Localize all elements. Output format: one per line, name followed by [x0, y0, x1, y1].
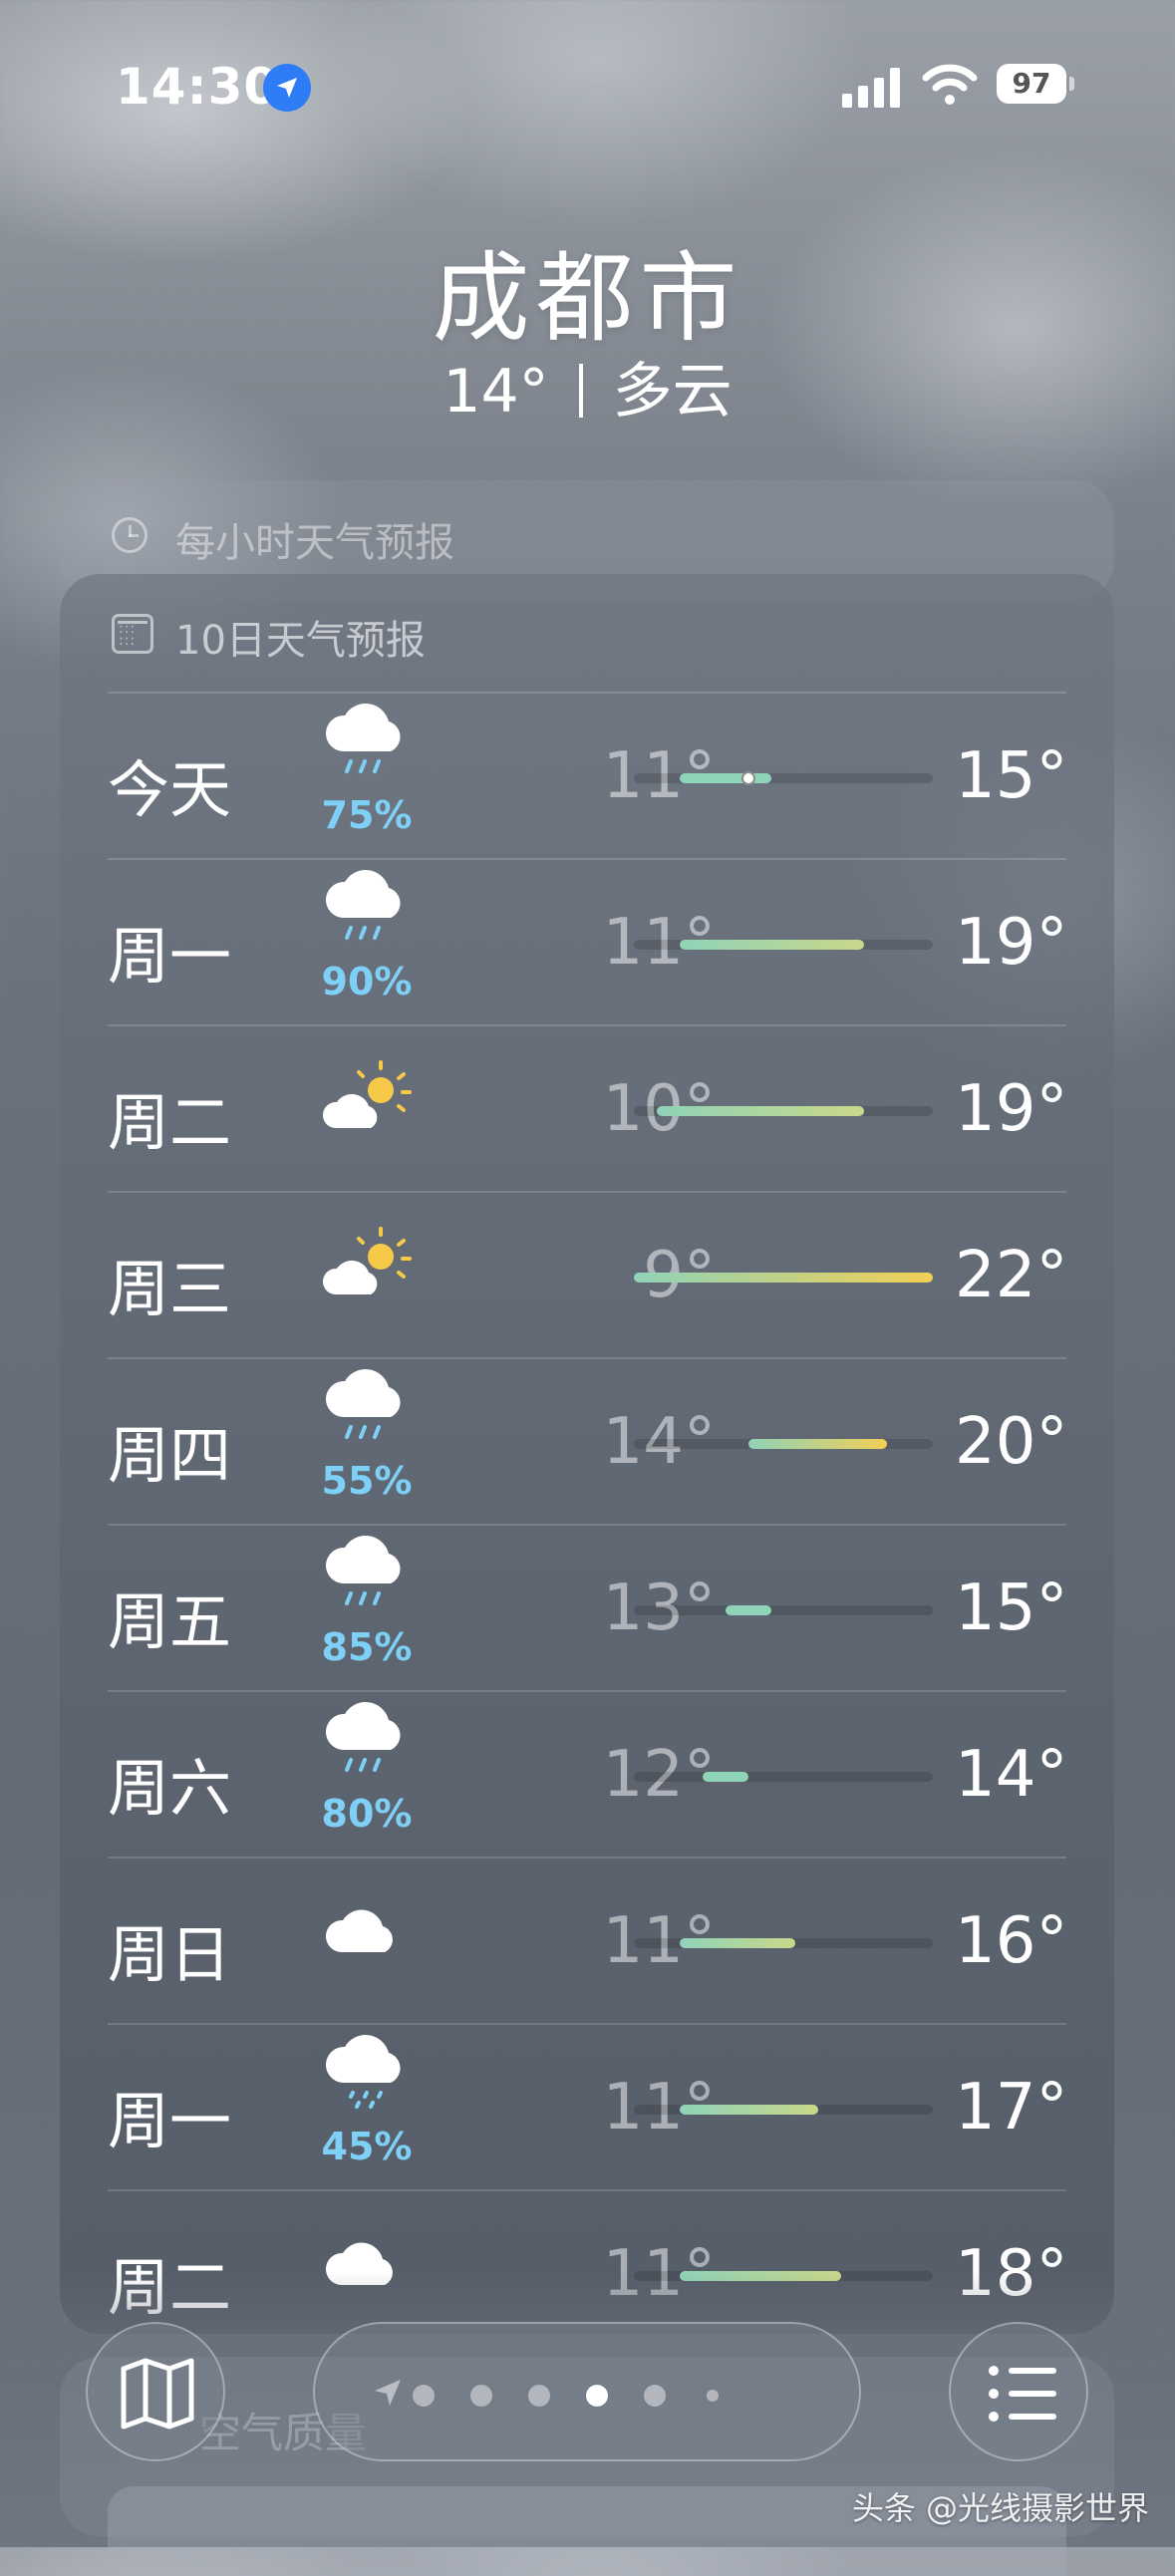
precipitation-chance: 75% [321, 793, 413, 837]
cloud-rain-icon [317, 1698, 417, 1798]
forecast-row[interactable]: 周日 11° 16° [108, 1857, 1068, 2023]
forecast-day: 周六 [108, 1752, 232, 1825]
cloud-rain-icon [317, 1532, 417, 1631]
page-dot[interactable] [586, 2385, 608, 2407]
forecast-day: 周一 [108, 920, 232, 993]
clock-icon [112, 517, 147, 553]
high-temperature: 15° [955, 1572, 1068, 1645]
temperature-range-fill [726, 1605, 772, 1615]
page-dot[interactable] [528, 2385, 550, 2407]
hourly-forecast-title: 每小时天气预报 [175, 520, 454, 566]
status-bar: 14:30 97 [0, 58, 1175, 118]
page-dot[interactable] [413, 2385, 435, 2407]
forecast-day: 周四 [108, 1419, 232, 1492]
calendar-icon [112, 614, 153, 654]
current-temperature: 14° [442, 357, 549, 427]
temperature-range-bar [634, 771, 933, 785]
forecast-day: 周二 [108, 1086, 232, 1159]
city-name: 成都市 [432, 242, 743, 356]
high-temperature: 14° [955, 1738, 1068, 1812]
page-dot[interactable] [644, 2385, 666, 2407]
temperature-range-bar [634, 2105, 933, 2115]
high-temperature: 22° [955, 1239, 1068, 1312]
forecast-day: 周五 [108, 1585, 232, 1658]
forecast-row[interactable]: 周一 90% 11° 19° [108, 858, 1068, 1024]
summary-divider [578, 364, 583, 418]
temperature-range-bar [634, 1772, 933, 1782]
temperature-range-fill [680, 773, 772, 783]
temperature-range-bar [634, 1439, 933, 1449]
high-temperature: 19° [955, 906, 1068, 980]
forecast-row[interactable]: 周一 45% 11° 17° [108, 2023, 1068, 2189]
forecast-row[interactable]: 周三 9° 22° [108, 1191, 1068, 1357]
high-temperature: 20° [955, 1405, 1068, 1479]
location-page-icon [375, 2380, 401, 2406]
cloud-rain-icon [317, 1365, 417, 1465]
temperature-range-bar [634, 1273, 933, 1283]
status-time: 14:30 [116, 58, 280, 116]
ten-day-forecast-title: 10日天气预报 [175, 618, 426, 664]
forecast-day: 周三 [108, 1253, 232, 1325]
cloud-rain-icon [317, 866, 417, 966]
temperature-range-bar [634, 1106, 933, 1116]
precipitation-chance: 80% [321, 1792, 413, 1836]
temperature-range-fill [657, 1106, 864, 1116]
high-temperature: 19° [955, 1072, 1068, 1146]
forecast-row[interactable]: 周六 80% 12° 14° [108, 1690, 1068, 1857]
watermark: 头条 @光线摄影世界 [851, 2489, 1149, 2527]
forecast-row[interactable]: 周四 55% 14° 20° [108, 1357, 1068, 1524]
cloud-drizzle-icon [317, 2031, 417, 2131]
page-dot[interactable] [707, 2390, 719, 2402]
battery-indicator: 97 [997, 64, 1074, 104]
temperature-range-fill [680, 940, 864, 950]
cellular-signal-icon [842, 66, 904, 108]
list-icon [989, 2366, 1056, 2376]
high-temperature: 15° [955, 739, 1068, 813]
forecast-day: 周一 [108, 2085, 232, 2157]
temperature-range-fill [703, 1772, 749, 1782]
current-condition: 多云 [612, 357, 733, 427]
cloud-sun-icon [317, 1221, 417, 1320]
forecast-day: 周日 [108, 1918, 232, 1991]
temperature-range-fill [680, 1938, 795, 1948]
cloud-icon [317, 1886, 417, 1986]
wifi-icon [922, 62, 978, 112]
precipitation-chance: 55% [321, 1459, 413, 1503]
temperature-range-bar [634, 940, 933, 950]
temperature-range-fill [680, 2105, 818, 2115]
temperature-range-bar [634, 1605, 933, 1615]
page-dot[interactable] [470, 2385, 492, 2407]
forecast-row[interactable]: 周五 85% 13° 15° [108, 1524, 1068, 1690]
page-indicator[interactable] [313, 2322, 861, 2461]
high-temperature: 17° [955, 2071, 1068, 2145]
city-list-button[interactable] [949, 2322, 1088, 2461]
current-summary: 14° 多云 [0, 343, 1175, 429]
list-icon-line [989, 2412, 1056, 2422]
forecast-row[interactable]: 周二 10° 19° [108, 1024, 1068, 1191]
list-icon-line [989, 2389, 1056, 2399]
precipitation-chance: 85% [321, 1625, 413, 1669]
cloud-rain-icon [317, 700, 417, 799]
location-arrow-icon [263, 64, 311, 112]
precipitation-chance: 90% [321, 960, 413, 1003]
temperature-range-fill [634, 1273, 933, 1283]
temperature-range-bar [634, 1938, 933, 1948]
forecast-row[interactable]: 今天 75% 11° 15° [108, 692, 1068, 858]
temperature-range-fill [748, 1439, 887, 1449]
map-icon [121, 2358, 194, 2430]
precipitation-chance: 45% [321, 2125, 413, 2168]
high-temperature: 16° [955, 1904, 1068, 1978]
map-button[interactable] [86, 2322, 225, 2461]
forecast-list: 今天 75% 11° 15° 周一 90% 11° 19° 周二 10° 19°… [108, 692, 1068, 2356]
forecast-day: 今天 [108, 753, 232, 826]
cloud-sun-icon [317, 1054, 417, 1154]
